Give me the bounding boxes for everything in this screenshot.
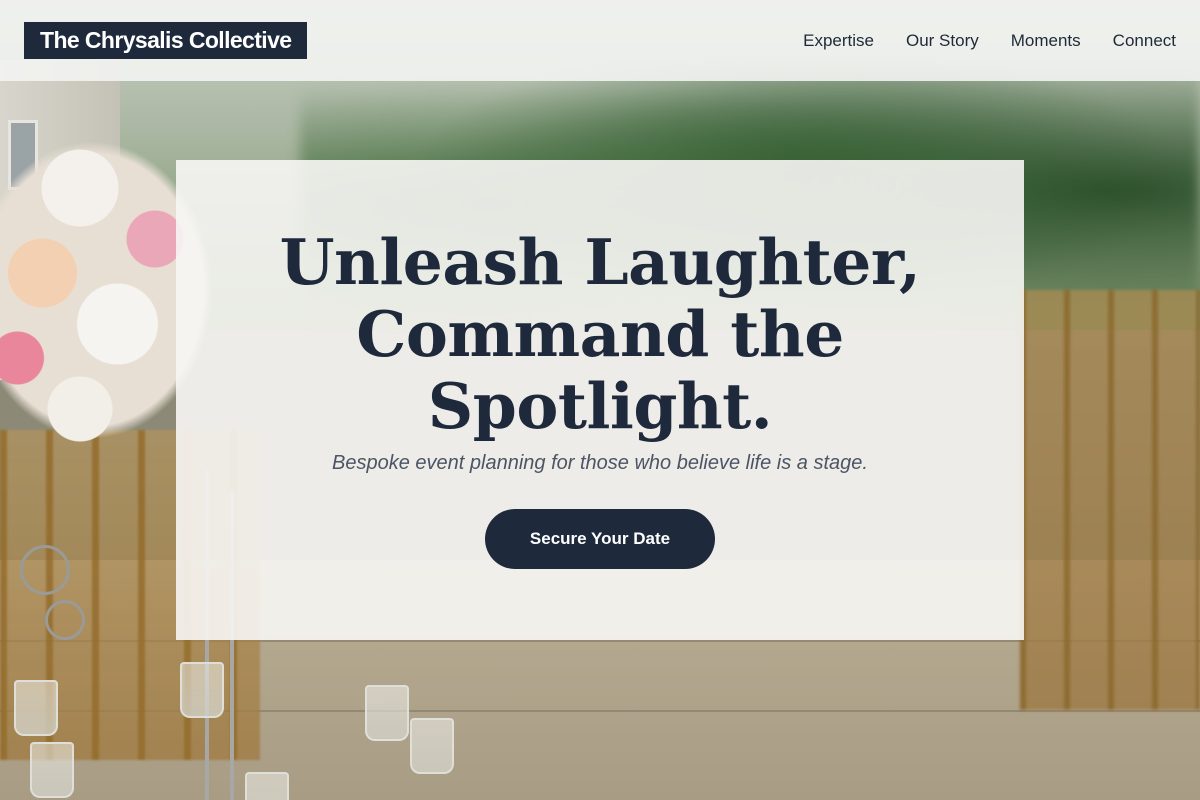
background-candle-holder (365, 685, 409, 741)
nav-link-moments[interactable]: Moments (1011, 31, 1081, 51)
hero-headline-line: Spotlight. (427, 369, 773, 443)
nav-link-expertise[interactable]: Expertise (803, 31, 874, 51)
background-candle-holder (30, 742, 74, 798)
site-header: The Chrysalis Collective Expertise Our S… (0, 0, 1200, 81)
background-chairs-right (1020, 290, 1200, 710)
main-nav: Expertise Our Story Moments Connect (803, 31, 1176, 51)
background-candle-holder (180, 662, 224, 718)
hero-card: Unleash Laughter, Command the Spotlight.… (176, 160, 1024, 640)
background-candle-holder (245, 772, 289, 800)
hero-subheading: Bespoke event planning for those who bel… (332, 452, 868, 474)
hero-headline: Unleash Laughter, Command the Spotlight. (250, 226, 950, 442)
site-logo[interactable]: The Chrysalis Collective (24, 22, 308, 59)
background-stand-curl (20, 545, 70, 595)
hero-headline-line: Unleash Laughter, (279, 225, 921, 299)
nav-link-connect[interactable]: Connect (1113, 31, 1176, 51)
background-candle-holder (14, 680, 58, 736)
background-candle-holder (410, 718, 454, 774)
nav-link-our-story[interactable]: Our Story (906, 31, 979, 51)
secure-your-date-button[interactable]: Secure Your Date (485, 509, 715, 569)
page: The Chrysalis Collective Expertise Our S… (0, 0, 1200, 800)
hero-headline-line: Command the (356, 297, 844, 371)
background-stand-curl (45, 600, 85, 640)
